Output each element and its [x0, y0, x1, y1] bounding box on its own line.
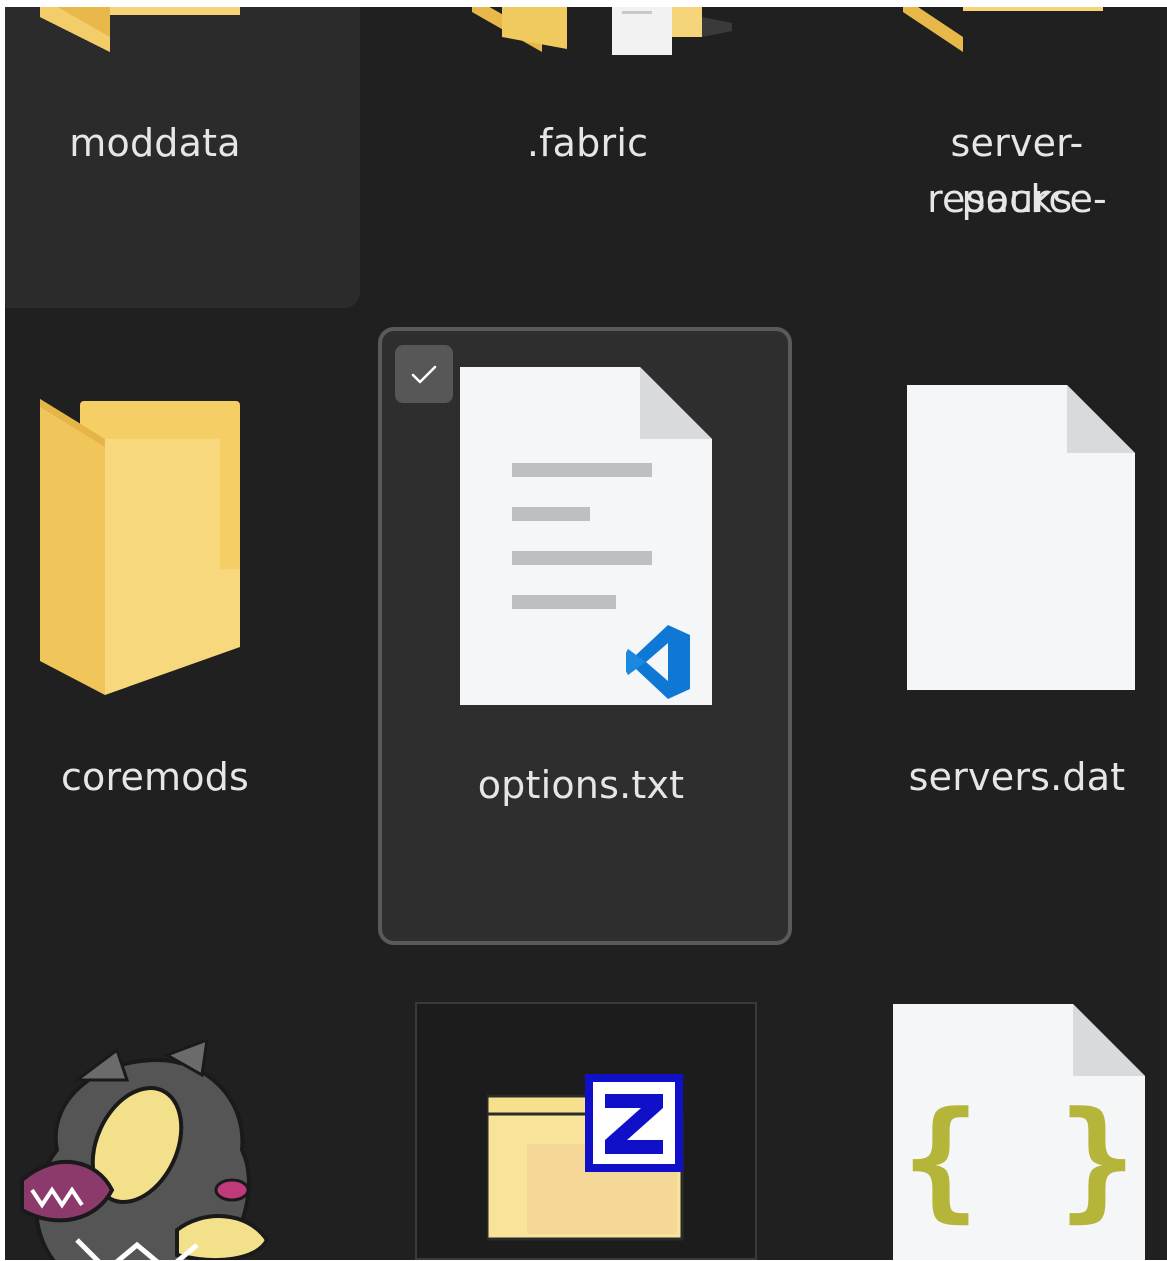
- json-file-icon: { }: [893, 1004, 1149, 1260]
- file-item-fabric[interactable]: .fabric: [435, 7, 735, 307]
- file-item-moddata[interactable]: moddata: [5, 7, 305, 307]
- file-item-servers-dat[interactable]: servers.dat: [865, 327, 1167, 927]
- zip-folder-icon: [487, 1074, 687, 1244]
- file-explorer-pane: moddata .fabric server-resource- packs c…: [5, 7, 1167, 1260]
- file-name-label: options.txt: [477, 763, 685, 807]
- file-item-coremods[interactable]: coremods: [5, 327, 305, 927]
- file-name-label: servers.dat: [908, 755, 1126, 799]
- folder-icon: [40, 7, 240, 59]
- character-sprite-icon: [17, 1040, 287, 1260]
- file-name-label: coremods: [60, 755, 250, 799]
- folder-icon: [40, 399, 240, 699]
- file-item-options-txt[interactable]: options.txt: [382, 331, 788, 941]
- file-item-json[interactable]: { }: [865, 1002, 1167, 1260]
- file-name-label: .fabric: [526, 121, 649, 165]
- folder-with-documents-icon: [472, 7, 732, 59]
- file-item-character-image[interactable]: [5, 1032, 305, 1260]
- blank-file-icon: [907, 385, 1137, 691]
- folder-icon: [903, 7, 1103, 59]
- file-name-label: moddata: [69, 121, 241, 165]
- json-braces-glyph: { }: [902, 1083, 1137, 1235]
- vscode-text-file-icon: [460, 367, 716, 707]
- file-item-zip-folder[interactable]: [415, 1002, 757, 1260]
- file-name-label-line-2: packs: [961, 177, 1073, 221]
- file-item-server-resource-packs[interactable]: server-resource- packs: [865, 7, 1167, 307]
